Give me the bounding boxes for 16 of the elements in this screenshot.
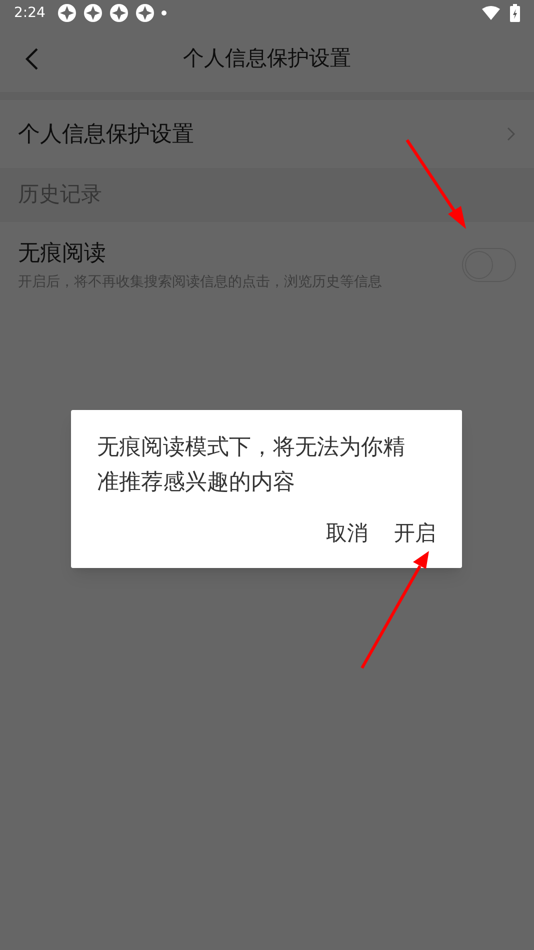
dialog-button[interactable]: 开启 [394, 518, 436, 550]
dialog-button[interactable]: 取消 [326, 518, 368, 550]
chevron-right-icon [506, 126, 516, 142]
row-label: 无痕阅读 [18, 240, 107, 268]
app-notification-icon [135, 3, 156, 23]
dialog-message: 无痕阅读模式下，将无法为你精准推荐感兴趣的内容 [97, 434, 406, 497]
page-title: 个人信息保护设置 [183, 45, 351, 72]
battery-icon [510, 4, 520, 22]
app-notification-icon [83, 3, 104, 23]
app-notification-icon [57, 3, 78, 23]
row-label: 个人信息保护设置 [18, 120, 194, 148]
wifi-icon [482, 6, 500, 20]
dot-icon [161, 10, 168, 16]
back-icon [25, 47, 39, 71]
status-time: 2:24 [14, 4, 46, 22]
app-notification-icon [109, 3, 130, 23]
